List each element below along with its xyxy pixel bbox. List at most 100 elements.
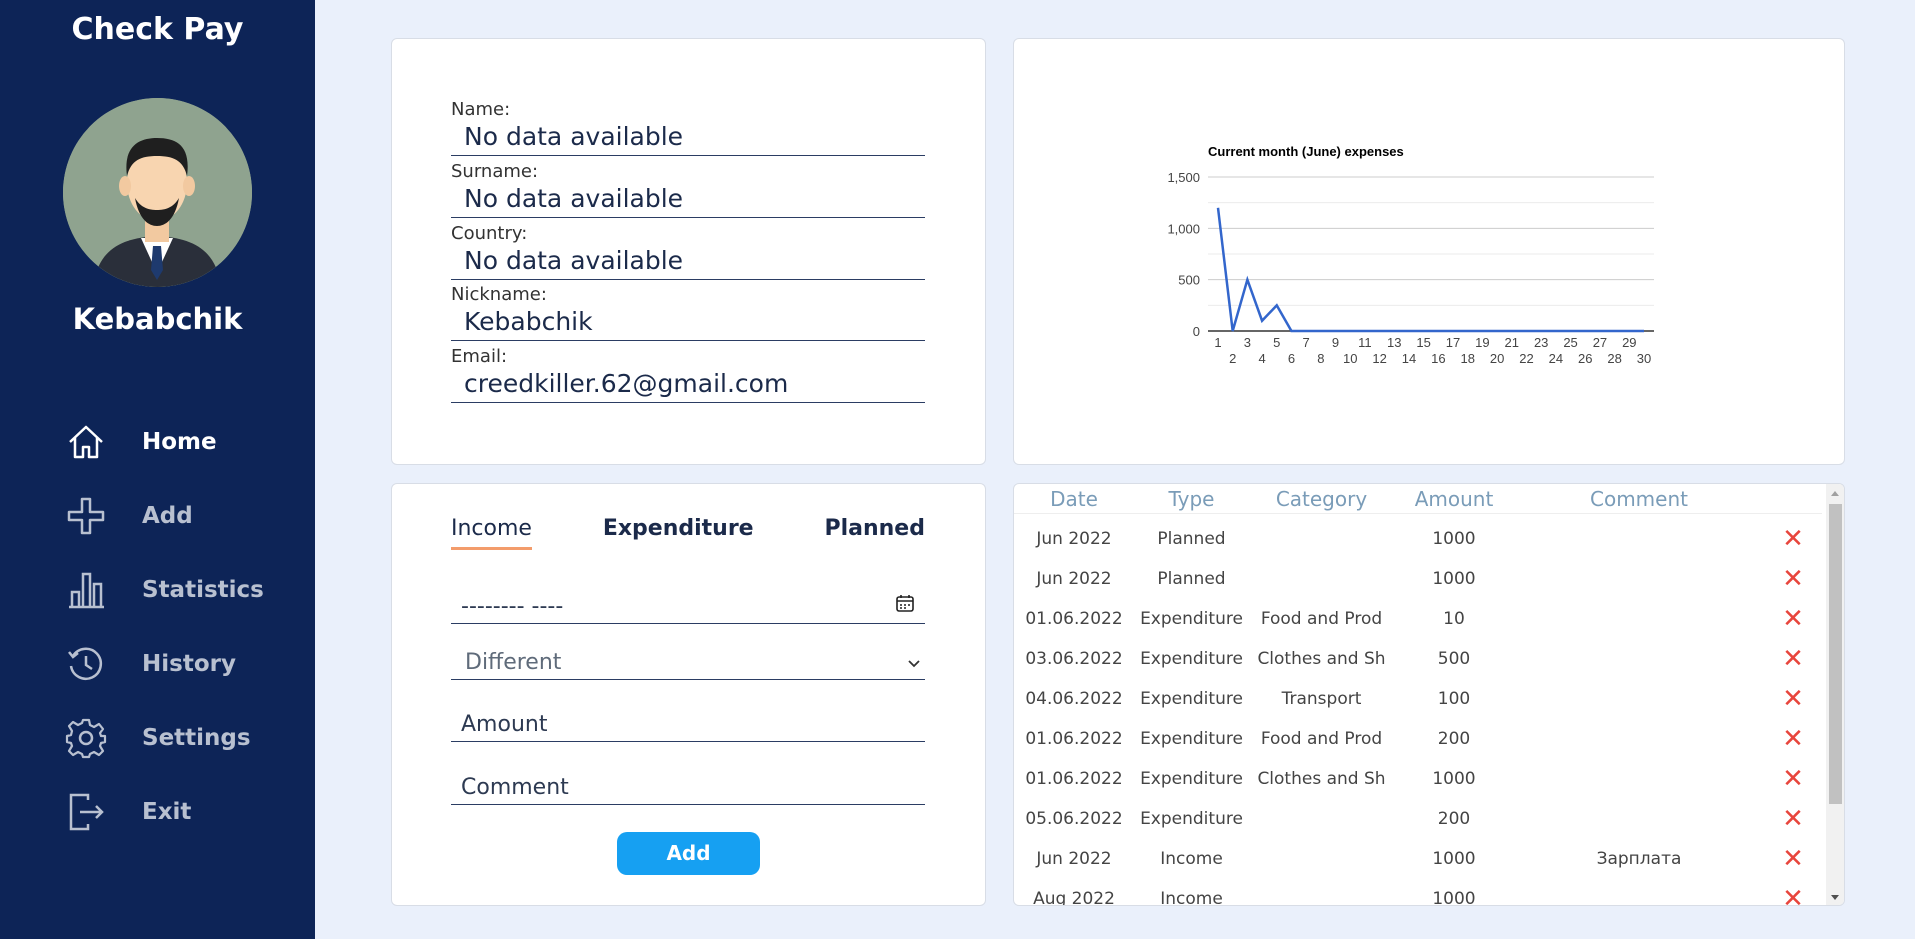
sidebar-item-exit[interactable]: Exit	[62, 775, 302, 849]
x-tick-label: 11	[1358, 335, 1372, 350]
x-tick-label: 2	[1229, 351, 1236, 366]
sidebar-item-history[interactable]: History	[62, 627, 302, 701]
nickname-value: Kebabchik	[451, 305, 925, 341]
x-tick-label: 17	[1446, 335, 1460, 350]
sidebar-item-home[interactable]: Home	[62, 405, 302, 479]
delete-icon[interactable]: ✕	[1764, 844, 1822, 874]
header-category: Category	[1275, 487, 1368, 511]
chart-series-line	[1216, 207, 1644, 333]
cell-amount: 1000	[1432, 769, 1476, 789]
history-icon	[62, 640, 110, 688]
cell-amount: 1000	[1432, 569, 1476, 589]
email-field: Email: creedkiller.62@gmail.com	[451, 346, 925, 403]
delete-icon[interactable]: ✕	[1764, 764, 1822, 794]
calendar-icon[interactable]	[895, 593, 915, 619]
x-tick-label: 20	[1490, 351, 1504, 366]
sidebar-item-statistics[interactable]: Statistics	[62, 553, 302, 627]
delete-icon[interactable]: ✕	[1764, 644, 1822, 674]
table-scrollbar[interactable]	[1826, 484, 1844, 905]
table-row: Jun 2022 Income 1000 Зарплата ✕	[1014, 839, 1822, 879]
scroll-up-icon[interactable]	[1826, 486, 1844, 500]
chart-title: Current month (June) expenses	[1208, 144, 1404, 159]
category-select[interactable]: Different	[451, 640, 925, 680]
avatar-illustration	[63, 98, 252, 287]
comment-input[interactable]: Comment	[451, 765, 925, 805]
cell-type: Expenditure	[1140, 729, 1243, 749]
tab-expenditure[interactable]: Expenditure	[603, 516, 754, 550]
sidebar-item-label: History	[142, 651, 236, 677]
sidebar-item-add[interactable]: Add	[62, 479, 302, 553]
cell-date: Jun 2022	[1036, 529, 1112, 549]
x-tick-label: 7	[1303, 335, 1310, 350]
delete-icon[interactable]: ✕	[1764, 804, 1822, 834]
y-tick-label: 1,500	[1167, 170, 1200, 185]
table-row: 03.06.2022 Expenditure Clothes and Sh 500 ✕	[1014, 639, 1822, 679]
cell-date: 05.06.2022	[1025, 809, 1123, 829]
tab-income[interactable]: Income	[451, 516, 532, 550]
profile-card: Name: No data available Surname: No data…	[391, 38, 986, 465]
cell-category: Clothes and Sh	[1257, 769, 1386, 789]
cell-date: 01.06.2022	[1025, 769, 1123, 789]
transaction-tabs: Income Expenditure Planned	[451, 516, 925, 550]
delete-icon[interactable]: ✕	[1764, 564, 1822, 594]
sidebar-nav: Home Add Statistics History Settings Exi…	[62, 405, 302, 849]
table-header: Date Type Category Amount Comment	[1014, 484, 1822, 514]
cell-amount: 10	[1443, 609, 1465, 629]
cell-amount: 500	[1437, 649, 1471, 669]
sidebar-item-label: Settings	[142, 725, 251, 751]
header-comment: Comment	[1590, 487, 1688, 511]
x-tick-label: 16	[1431, 351, 1445, 366]
surname-label: Surname:	[451, 161, 539, 182]
app-title: Check Pay	[71, 12, 244, 47]
date-input[interactable]: -------- ----	[451, 584, 925, 624]
x-tick-label: 26	[1578, 351, 1592, 366]
nickname-label: Nickname:	[451, 284, 547, 305]
x-tick-label: 27	[1593, 335, 1607, 350]
email-value: creedkiller.62@gmail.com	[451, 367, 925, 403]
cell-type: Expenditure	[1140, 609, 1243, 629]
delete-icon[interactable]: ✕	[1764, 884, 1822, 905]
sidebar-item-label: Statistics	[142, 577, 264, 603]
x-tick-label: 5	[1273, 335, 1280, 350]
table-row: Aug 2022 Income 1000 ✕	[1014, 879, 1822, 905]
header-amount: Amount	[1414, 487, 1494, 511]
x-tick-label: 22	[1519, 351, 1533, 366]
delete-icon[interactable]: ✕	[1764, 684, 1822, 714]
scroll-thumb[interactable]	[1829, 504, 1842, 804]
scroll-down-icon[interactable]	[1826, 891, 1844, 905]
amount-input[interactable]: Amount	[451, 702, 925, 742]
sidebar-item-settings[interactable]: Settings	[62, 701, 302, 775]
cell-amount: 1000	[1432, 529, 1476, 549]
home-icon	[62, 418, 110, 466]
x-tick-label: 3	[1244, 335, 1251, 350]
x-tick-label: 30	[1637, 351, 1651, 366]
y-tick-label: 0	[1193, 324, 1200, 339]
cell-category: Clothes and Sh	[1257, 649, 1386, 669]
category-value: Different	[465, 650, 562, 675]
header-date: Date	[1050, 487, 1098, 511]
x-tick-label: 4	[1258, 351, 1265, 366]
add-button[interactable]: Add	[617, 832, 760, 875]
country-label: Country:	[451, 223, 528, 244]
cell-category: Transport	[1281, 689, 1362, 709]
chart-x-ticks: 1 3 5 7 9 11 13 15 17 19 21 23 25 27 292 4 6 8 10 12 14 16 18 2…	[1214, 335, 1651, 366]
delete-icon[interactable]: ✕	[1764, 604, 1822, 634]
x-tick-label: 9	[1332, 335, 1339, 350]
x-tick-label: 10	[1343, 351, 1357, 366]
delete-icon[interactable]: ✕	[1764, 724, 1822, 754]
x-tick-label: 14	[1402, 351, 1416, 366]
cell-amount: 200	[1437, 809, 1471, 829]
chevron-down-icon	[907, 650, 921, 675]
transactions-table: Date Type Category Amount Comment Jun 20…	[1013, 483, 1845, 906]
table-row: 01.06.2022 Expenditure Clothes and Sh 1000 ✕	[1014, 759, 1822, 799]
email-label: Email:	[451, 346, 508, 367]
tab-planned[interactable]: Planned	[824, 516, 925, 550]
cell-amount: 200	[1437, 729, 1471, 749]
table-row: Jun 2022 Planned 1000 ✕	[1014, 559, 1822, 599]
cell-type: Income	[1160, 849, 1223, 869]
delete-icon[interactable]: ✕	[1764, 524, 1822, 554]
x-tick-label: 21	[1505, 335, 1519, 350]
country-value: No data available	[451, 244, 925, 280]
bar-chart-icon	[62, 566, 110, 614]
x-tick-label: 13	[1387, 335, 1401, 350]
